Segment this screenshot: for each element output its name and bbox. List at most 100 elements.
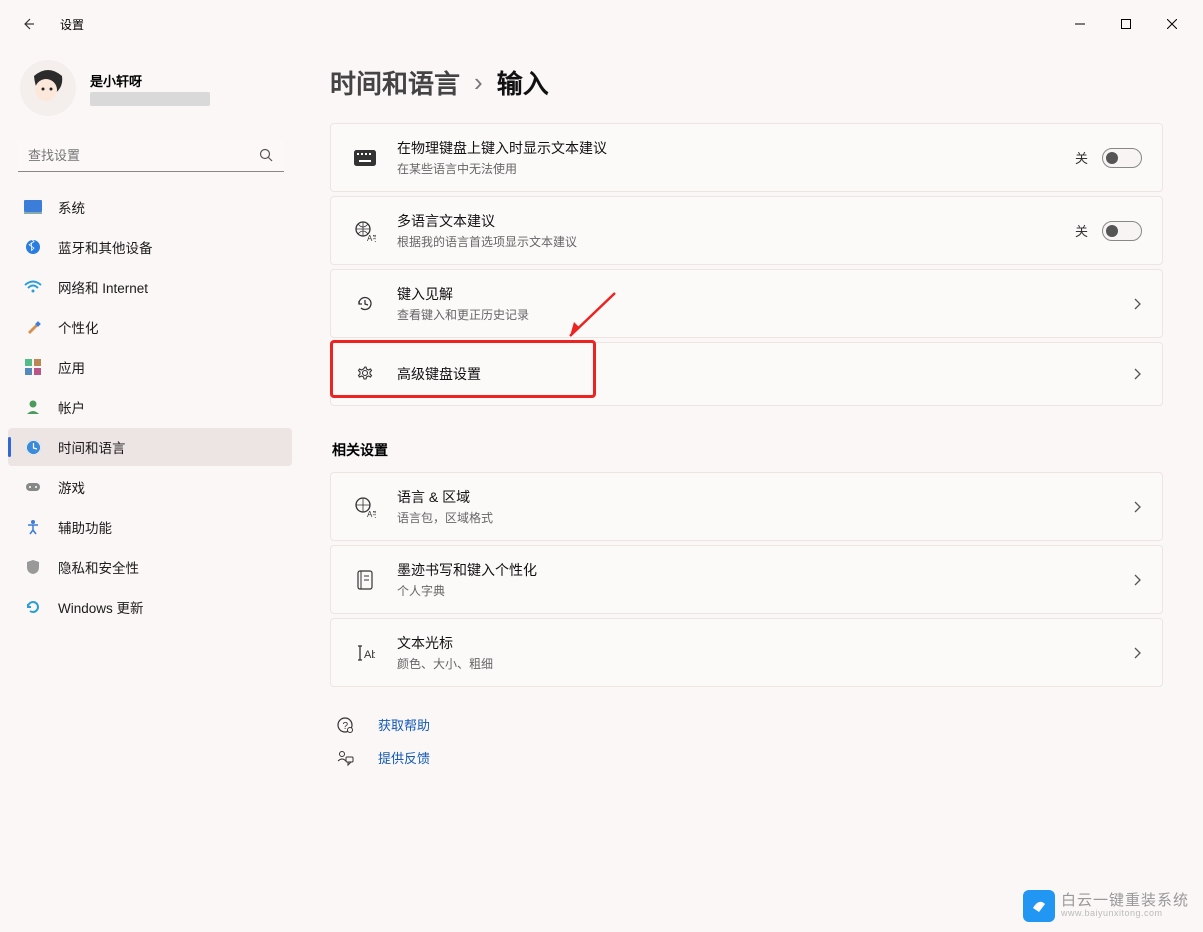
globe-clock-icon — [24, 438, 42, 456]
nav-label: 时间和语言 — [58, 437, 126, 457]
section-heading-related: 相关设置 — [332, 440, 1163, 460]
update-icon — [24, 598, 42, 616]
watermark-url: www.baiyunxitong.com — [1061, 909, 1189, 919]
nav-bluetooth[interactable]: 蓝牙和其他设备 — [8, 228, 292, 266]
wifi-icon — [24, 278, 42, 296]
help-icon: ? — [336, 716, 354, 734]
card-subtitle: 根据我的语言首选项显示文本建议 — [397, 233, 1075, 250]
nav-label: 辅助功能 — [58, 517, 112, 537]
nav-label: 个性化 — [58, 317, 99, 337]
nav-network[interactable]: 网络和 Internet — [8, 268, 292, 306]
profile-block[interactable]: 是小轩呀 — [0, 48, 300, 134]
card-subtitle: 语言包，区域格式 — [397, 509, 1132, 526]
card-title: 高级键盘设置 — [397, 364, 1132, 384]
toggle-switch[interactable] — [1102, 148, 1142, 168]
chevron-right-icon — [1132, 646, 1142, 660]
bluetooth-icon — [24, 238, 42, 256]
breadcrumb: 时间和语言 › 输入 — [330, 64, 1163, 101]
nav-label: 蓝牙和其他设备 — [58, 237, 153, 257]
watermark-logo — [1023, 890, 1055, 922]
apps-icon — [24, 358, 42, 376]
keyboard-icon — [353, 146, 377, 170]
close-button[interactable] — [1149, 8, 1195, 40]
svg-text:Ab: Ab — [364, 649, 375, 661]
nav-label: 帐户 — [58, 397, 85, 417]
search-box[interactable] — [18, 140, 284, 172]
breadcrumb-parent[interactable]: 时间和语言 — [330, 64, 460, 101]
nav-label: Windows 更新 — [58, 597, 144, 617]
avatar — [20, 60, 76, 116]
toggle-state-label: 关 — [1075, 221, 1088, 240]
nav-personalization[interactable]: 个性化 — [8, 308, 292, 346]
nav-label: 系统 — [58, 197, 85, 217]
nav-windows-update[interactable]: Windows 更新 — [8, 588, 292, 626]
card-title: 墨迹书写和键入个性化 — [397, 560, 1132, 580]
get-help-link[interactable]: ? 获取帮助 — [330, 715, 1163, 734]
card-title: 多语言文本建议 — [397, 211, 1075, 231]
sidebar: 是小轩呀 系统 蓝牙和其他设备 网络和 Internet — [0, 48, 310, 932]
feedback-link[interactable]: 提供反馈 — [330, 748, 1163, 767]
brush-icon — [24, 318, 42, 336]
card-title: 键入见解 — [397, 284, 1132, 304]
title-bar: 设置 — [0, 0, 1203, 48]
card-subtitle: 颜色、大小、粗细 — [397, 655, 1132, 672]
toggle-state-label: 关 — [1075, 148, 1088, 167]
window-controls — [1057, 8, 1195, 40]
window-title: 设置 — [60, 16, 84, 33]
nav-label: 应用 — [58, 357, 85, 377]
nav-apps[interactable]: 应用 — [8, 348, 292, 386]
card-title: 文本光标 — [397, 633, 1132, 653]
card-title: 语言 & 区域 — [397, 487, 1132, 507]
card-subtitle: 查看键入和更正历史记录 — [397, 306, 1132, 323]
chevron-right-icon — [1132, 297, 1142, 311]
shield-icon — [24, 558, 42, 576]
svg-text:A字: A字 — [367, 233, 376, 242]
nav-list: 系统 蓝牙和其他设备 网络和 Internet 个性化 应用 帐户 — [0, 186, 300, 626]
card-subtitle: 在某些语言中无法使用 — [397, 160, 1075, 177]
nav-label: 网络和 Internet — [58, 277, 148, 297]
chevron-right-icon — [1132, 500, 1142, 514]
nav-gaming[interactable]: 游戏 — [8, 468, 292, 506]
card-language-region[interactable]: A字 语言 & 区域 语言包，区域格式 — [330, 472, 1163, 541]
gear-icon — [353, 362, 377, 386]
card-title: 在物理键盘上键入时显示文本建议 — [397, 138, 1075, 158]
card-typing-insights[interactable]: 键入见解 查看键入和更正历史记录 — [330, 269, 1163, 338]
svg-text:A字: A字 — [367, 509, 376, 518]
main-content: 时间和语言 › 输入 在物理键盘上键入时显示文本建议 在某些语言中无法使用 关 … — [310, 48, 1203, 932]
toggle-switch[interactable] — [1102, 221, 1142, 241]
card-text-suggestions[interactable]: 在物理键盘上键入时显示文本建议 在某些语言中无法使用 关 — [330, 123, 1163, 192]
globe-text-icon: A字 — [353, 219, 377, 243]
accessibility-icon — [24, 518, 42, 536]
profile-name: 是小轩呀 — [90, 71, 210, 90]
minimize-button[interactable] — [1057, 8, 1103, 40]
profile-email-redacted — [90, 92, 210, 106]
chevron-right-icon — [1132, 573, 1142, 587]
link-label: 获取帮助 — [378, 715, 430, 734]
system-icon — [24, 198, 42, 216]
nav-time-language[interactable]: 时间和语言 — [8, 428, 292, 466]
dictionary-icon — [353, 568, 377, 592]
link-label: 提供反馈 — [378, 748, 430, 767]
history-icon — [353, 292, 377, 316]
chevron-right-icon — [1132, 367, 1142, 381]
nav-accessibility[interactable]: 辅助功能 — [8, 508, 292, 546]
feedback-icon — [336, 749, 354, 767]
search-input[interactable] — [18, 140, 284, 172]
search-icon — [259, 148, 274, 168]
gamepad-icon — [24, 478, 42, 496]
nav-privacy[interactable]: 隐私和安全性 — [8, 548, 292, 586]
nav-system[interactable]: 系统 — [8, 188, 292, 226]
globe-text-icon: A字 — [353, 495, 377, 519]
card-subtitle: 个人字典 — [397, 582, 1132, 599]
card-multilang-suggestions[interactable]: A字 多语言文本建议 根据我的语言首选项显示文本建议 关 — [330, 196, 1163, 265]
maximize-button[interactable] — [1103, 8, 1149, 40]
chevron-right-icon: › — [474, 67, 483, 98]
card-text-cursor[interactable]: Ab 文本光标 颜色、大小、粗细 — [330, 618, 1163, 687]
person-icon — [24, 398, 42, 416]
nav-label: 游戏 — [58, 477, 85, 497]
card-advanced-keyboard[interactable]: 高级键盘设置 — [330, 342, 1163, 406]
breadcrumb-current: 输入 — [497, 64, 549, 101]
back-button[interactable] — [8, 4, 48, 44]
card-inking-typing[interactable]: 墨迹书写和键入个性化 个人字典 — [330, 545, 1163, 614]
nav-accounts[interactable]: 帐户 — [8, 388, 292, 426]
